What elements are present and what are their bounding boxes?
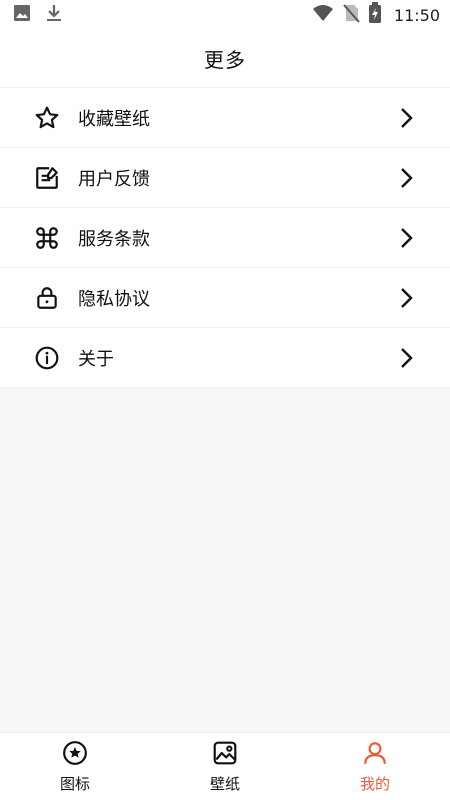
tab-wallpapers[interactable]: 壁纸 — [150, 733, 300, 800]
tab-label: 图标 — [59, 775, 90, 793]
lock-icon — [34, 285, 60, 311]
header: 更多 — [0, 30, 450, 87]
tab-icons[interactable]: 图标 — [0, 733, 150, 800]
no-sim-icon — [342, 3, 360, 27]
status-time: 11:50 — [393, 5, 440, 25]
image-icon — [12, 3, 32, 27]
menu-item-label: 收藏壁纸 — [78, 108, 150, 130]
feedback-icon — [34, 165, 60, 191]
command-icon — [34, 225, 60, 251]
chevron-right-icon — [396, 286, 416, 310]
menu-item-label: 服务条款 — [78, 228, 150, 250]
chevron-right-icon — [396, 226, 416, 250]
bottom-tab-bar: 图标 壁纸 我的 — [0, 732, 450, 800]
star-circle-icon — [61, 739, 89, 767]
status-right: 11:50 — [312, 2, 440, 28]
menu-item-terms-of-service[interactable]: 服务条款 — [0, 207, 450, 267]
chevron-right-icon — [396, 346, 416, 370]
battery-charging-icon — [368, 2, 382, 28]
star-icon — [34, 105, 60, 131]
menu-item-label: 关于 — [78, 348, 114, 370]
tab-label: 我的 — [359, 775, 390, 793]
status-left — [12, 3, 64, 27]
menu-item-feedback[interactable]: 用户反馈 — [0, 147, 450, 207]
status-bar: 11:50 — [0, 0, 450, 30]
menu-item-label: 隐私协议 — [78, 288, 150, 310]
wallpaper-icon — [211, 739, 239, 767]
page-title: 更多 — [204, 48, 246, 72]
chevron-right-icon — [396, 106, 416, 130]
menu-item-privacy-policy[interactable]: 隐私协议 — [0, 267, 450, 327]
user-icon — [361, 739, 389, 767]
tab-label: 壁纸 — [209, 775, 240, 793]
wifi-icon — [312, 4, 334, 26]
menu-item-label: 用户反馈 — [78, 168, 150, 190]
menu-item-about[interactable]: 关于 — [0, 327, 450, 387]
menu-list: 收藏壁纸 用户反馈 服务条款 隐私协议 关于 — [0, 87, 450, 387]
chevron-right-icon — [396, 166, 416, 190]
menu-item-favorite-wallpapers[interactable]: 收藏壁纸 — [0, 87, 450, 147]
tab-mine[interactable]: 我的 — [300, 733, 450, 800]
info-icon — [34, 345, 60, 371]
download-icon — [44, 3, 64, 27]
